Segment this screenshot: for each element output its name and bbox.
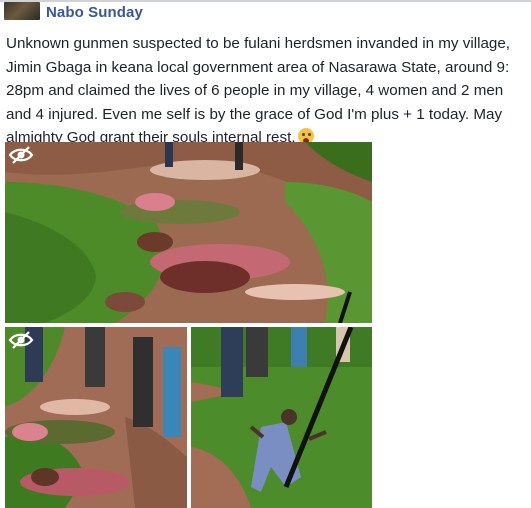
photo-bottom-left-scene [5, 327, 187, 508]
photo-bottom-right-scene [191, 327, 372, 508]
hidden-eye-icon[interactable] [7, 144, 35, 166]
author-name-link[interactable]: Nabo Sunday [46, 4, 143, 21]
photo-main-scene [5, 142, 372, 323]
post-photo-main[interactable] [5, 142, 372, 323]
post-photo-bottom-right[interactable] [191, 327, 372, 508]
top-divider [0, 0, 531, 2]
post-text: Unknown gunmen suspected to be fulani he… [6, 35, 511, 146]
post-photo-bottom-left[interactable] [5, 327, 187, 508]
author-avatar[interactable] [4, 2, 40, 20]
hidden-eye-icon[interactable] [7, 329, 35, 351]
